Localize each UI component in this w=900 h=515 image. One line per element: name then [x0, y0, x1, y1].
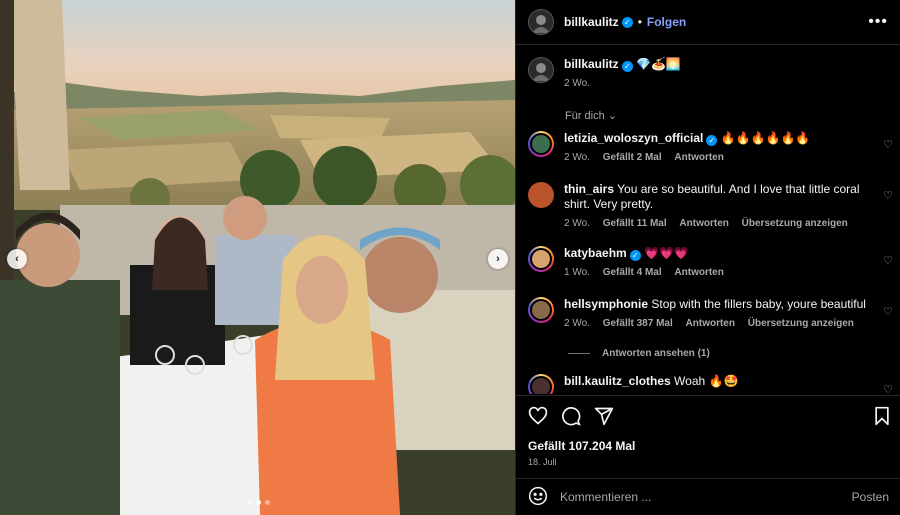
comment-like-heart-icon[interactable]: ♡: [883, 383, 893, 394]
reply-button[interactable]: Antworten: [674, 267, 723, 278]
bookmark-icon[interactable]: [873, 406, 891, 426]
caption-avatar[interactable]: [528, 57, 554, 83]
sort-dropdown[interactable]: Für dich ⌄: [565, 109, 617, 122]
emoji-icon[interactable]: [528, 486, 548, 509]
comment-item: katybaehm ✓ 💗💗💗 1 Wo. Gefällt 4 Mal Antwo…: [528, 246, 888, 278]
comment-likes[interactable]: Gefällt 387 Mal: [603, 318, 673, 329]
carousel-dot: [265, 500, 270, 505]
comment-item: hellsymphonie Stop with the fillers baby…: [528, 297, 888, 329]
reply-button[interactable]: Antworten: [679, 218, 728, 229]
caption-username[interactable]: billkaulitz: [564, 57, 619, 71]
sort-label: Für dich: [565, 110, 605, 122]
likes-count[interactable]: Gefällt 107.204 Mal: [528, 439, 635, 453]
comment-input[interactable]: Kommentieren ...: [560, 490, 651, 504]
view-replies-label: Antworten ansehen (1): [602, 348, 710, 359]
post-date: 18. Juli: [528, 457, 557, 467]
comment-username[interactable]: bill.kaulitz_clothes: [564, 374, 671, 388]
comment-username[interactable]: katybaehm: [564, 246, 627, 260]
carousel-prev-button[interactable]: ‹: [7, 249, 27, 269]
carousel-dot: [247, 500, 252, 505]
comment-item: bill.kaulitz_clothes Woah 🔥🤩: [528, 374, 888, 394]
carousel-dot-active: [256, 500, 261, 505]
verified-icon: ✓: [621, 16, 633, 28]
comment-likes[interactable]: Gefällt 2 Mal: [603, 152, 662, 163]
comment-avatar[interactable]: [528, 246, 554, 272]
separator-dot: •: [637, 15, 642, 29]
comment-text: 🔥🔥🔥🔥🔥🔥: [720, 131, 811, 145]
comment-like-heart-icon[interactable]: ♡: [883, 254, 893, 267]
verified-icon: ✓: [706, 135, 718, 146]
comment-username[interactable]: letizia_woloszyn_official: [564, 131, 703, 145]
post-comment-button[interactable]: Posten: [852, 490, 889, 504]
photo-scene: [0, 0, 515, 515]
chevron-down-icon: ⌄: [607, 110, 618, 122]
post-side-panel: billkaulitz ✓ • Folgen ••• billkaulitz ✓ …: [515, 0, 900, 515]
carousel-next-button[interactable]: ›: [488, 249, 508, 269]
translate-button[interactable]: Übersetzung anzeigen: [742, 218, 848, 229]
comment-avatar[interactable]: [528, 374, 554, 394]
author-username[interactable]: billkaulitz: [564, 15, 619, 29]
post-actions: Gefällt 107.204 Mal 18. Juli: [516, 395, 900, 477]
share-icon[interactable]: [594, 406, 614, 426]
caption-text: 💎🍝🌅: [636, 57, 681, 71]
follow-button[interactable]: Folgen: [647, 15, 686, 29]
comment-age: 2 Wo.: [564, 318, 590, 329]
more-icon[interactable]: •••: [868, 13, 888, 31]
comment-composer: Kommentieren ... Posten: [516, 478, 900, 515]
reply-button[interactable]: Antworten: [674, 152, 723, 163]
verified-icon: ✓: [621, 61, 633, 72]
author-avatar[interactable]: [528, 9, 554, 35]
reply-button[interactable]: Antworten: [686, 318, 735, 329]
comment-text: Woah 🔥🤩: [674, 374, 739, 388]
caption: billkaulitz ✓ 💎🍝🌅 2 Wo.: [528, 57, 888, 89]
view-replies-button[interactable]: Antworten ansehen (1): [568, 348, 710, 359]
comment-age: 1 Wo.: [564, 267, 590, 278]
carousel-dots: [247, 500, 270, 505]
comments-list[interactable]: billkaulitz ✓ 💎🍝🌅 2 Wo. Für dich ⌄ letizi…: [516, 46, 900, 394]
comment-age: 2 Wo.: [564, 152, 590, 163]
comment-age: 2 Wo.: [564, 218, 590, 229]
comment-like-heart-icon[interactable]: ♡: [883, 138, 893, 151]
comment-item: letizia_woloszyn_official ✓ 🔥🔥🔥🔥🔥🔥 2 Wo. …: [528, 131, 888, 163]
post-photo[interactable]: ‹ ›: [0, 0, 515, 515]
comment-avatar[interactable]: [528, 131, 554, 157]
comment-text: Stop with the fillers baby, youre beauti…: [651, 297, 866, 311]
comment-text: 💗💗💗: [644, 246, 689, 260]
comment-item: thin_airs You are so beautiful. And I lo…: [528, 182, 888, 229]
comment-username[interactable]: hellsymphonie: [564, 297, 648, 311]
comment-avatar[interactable]: [528, 182, 554, 208]
comment-like-heart-icon[interactable]: ♡: [883, 189, 893, 202]
heart-icon[interactable]: [528, 406, 548, 426]
translate-button[interactable]: Übersetzung anzeigen: [748, 318, 854, 329]
comment-icon[interactable]: [561, 406, 581, 426]
comment-username[interactable]: thin_airs: [564, 182, 614, 196]
post-header: billkaulitz ✓ • Folgen •••: [516, 0, 900, 45]
caption-age: 2 Wo.: [564, 78, 590, 89]
comment-likes[interactable]: Gefällt 11 Mal: [603, 218, 667, 229]
comment-like-heart-icon[interactable]: ♡: [883, 305, 893, 318]
verified-icon: ✓: [629, 250, 641, 261]
replies-line: [568, 353, 590, 354]
comment-likes[interactable]: Gefällt 4 Mal: [603, 267, 662, 278]
comment-avatar[interactable]: [528, 297, 554, 323]
